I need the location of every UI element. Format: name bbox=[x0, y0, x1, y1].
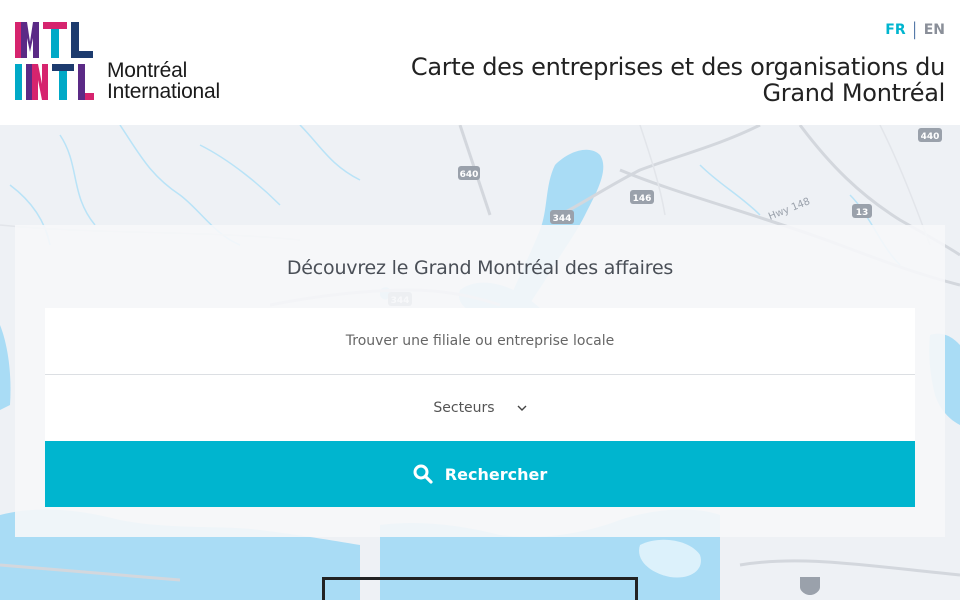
sectors-dropdown-label: Secteurs bbox=[433, 400, 495, 416]
logo-line-2: International bbox=[107, 80, 220, 103]
map-road-label: 344 bbox=[553, 214, 572, 224]
page-header: Montréal International FR | EN Carte des… bbox=[0, 0, 960, 125]
page-title: Carte des entreprises et des organisatio… bbox=[410, 53, 945, 107]
montreal-international-logo[interactable]: Montréal International bbox=[15, 22, 245, 102]
chevron-down-icon bbox=[517, 405, 527, 411]
sectors-dropdown[interactable]: Secteurs bbox=[45, 375, 915, 441]
map-road-label: 440 bbox=[921, 132, 940, 142]
language-en-link[interactable]: EN bbox=[924, 22, 945, 38]
search-icon bbox=[413, 464, 433, 484]
map-road-label: 146 bbox=[633, 194, 652, 204]
logo-wordmark: Montréal International bbox=[107, 60, 220, 102]
map-road-label: 640 bbox=[460, 170, 479, 180]
search-panel: Découvrez le Grand Montréal des affaires… bbox=[15, 225, 945, 537]
search-button-label: Rechercher bbox=[444, 464, 548, 484]
search-heading: Découvrez le Grand Montréal des affaires bbox=[286, 257, 674, 279]
language-separator: | bbox=[911, 19, 918, 40]
map-road-label: 13 bbox=[856, 208, 869, 218]
search-button[interactable]: Rechercher bbox=[45, 441, 915, 507]
mtl-intl-logo-mark bbox=[15, 22, 94, 100]
map-overlay-box[interactable] bbox=[322, 577, 638, 600]
language-fr-link[interactable]: FR bbox=[885, 22, 905, 38]
company-search-input[interactable] bbox=[45, 308, 915, 375]
logo-line-1: Montréal bbox=[107, 59, 188, 82]
map-road-label: Hwy 148 bbox=[767, 196, 812, 223]
language-switcher: FR | EN bbox=[885, 19, 945, 40]
